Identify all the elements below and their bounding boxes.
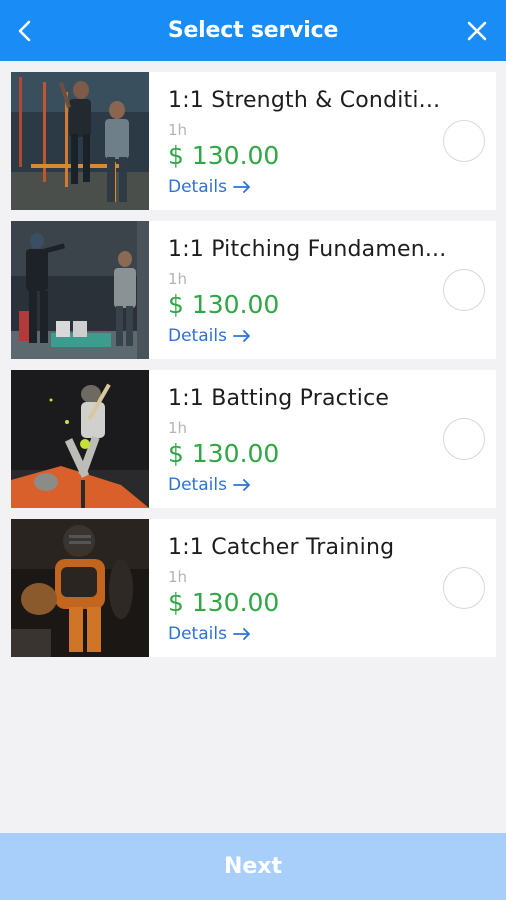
service-card[interactable]: 1:1 Catcher Training 1h $ 130.00 Details: [11, 519, 496, 657]
arrow-right-icon: [233, 181, 250, 193]
service-price: $ 130.00: [168, 290, 280, 319]
details-label: Details: [168, 177, 227, 197]
details-label: Details: [168, 326, 227, 346]
service-name: 1:1 Catcher Training: [168, 535, 395, 560]
select-radio[interactable]: [443, 120, 485, 162]
page-title: Select service: [167, 18, 339, 43]
service-list: 1:1 Strength & Conditi... 1h $ 130.00 De…: [11, 72, 496, 668]
service-thumbnail: [11, 221, 149, 359]
details-link[interactable]: Details: [168, 623, 251, 645]
service-name: 1:1 Batting Practice: [168, 386, 390, 411]
service-price: $ 130.00: [168, 588, 280, 617]
service-thumbnail: [11, 72, 149, 210]
service-card[interactable]: 1:1 Pitching Fundamen... 1h $ 130.00 Det…: [11, 221, 496, 359]
service-thumbnail: [11, 370, 149, 508]
details-link[interactable]: Details: [168, 325, 251, 347]
close-button[interactable]: [460, 14, 494, 48]
back-button[interactable]: [10, 14, 40, 48]
select-radio[interactable]: [443, 269, 485, 311]
service-duration: 1h: [168, 121, 188, 139]
details-link[interactable]: Details: [168, 176, 251, 198]
chevron-left-icon: [18, 20, 31, 42]
service-duration: 1h: [168, 419, 188, 437]
service-price: $ 130.00: [168, 141, 280, 170]
details-label: Details: [168, 475, 227, 495]
next-button-label: Next: [223, 854, 283, 879]
service-price: $ 130.00: [168, 439, 280, 468]
details-link[interactable]: Details: [168, 474, 251, 496]
service-card[interactable]: 1:1 Batting Practice 1h $ 130.00 Details: [11, 370, 496, 508]
service-name: 1:1 Strength & Conditi...: [168, 88, 441, 113]
service-thumbnail: [11, 519, 149, 657]
next-button[interactable]: Next: [0, 833, 506, 900]
service-name: 1:1 Pitching Fundamen...: [168, 237, 444, 262]
service-duration: 1h: [168, 568, 188, 586]
details-label: Details: [168, 624, 227, 644]
top-bar: Select service: [0, 0, 506, 61]
select-radio[interactable]: [443, 418, 485, 460]
select-radio[interactable]: [443, 567, 485, 609]
arrow-right-icon: [233, 479, 250, 491]
arrow-right-icon: [233, 628, 250, 640]
close-icon: [467, 21, 487, 41]
arrow-right-icon: [233, 330, 250, 342]
service-card[interactable]: 1:1 Strength & Conditi... 1h $ 130.00 De…: [11, 72, 496, 210]
service-duration: 1h: [168, 270, 188, 288]
